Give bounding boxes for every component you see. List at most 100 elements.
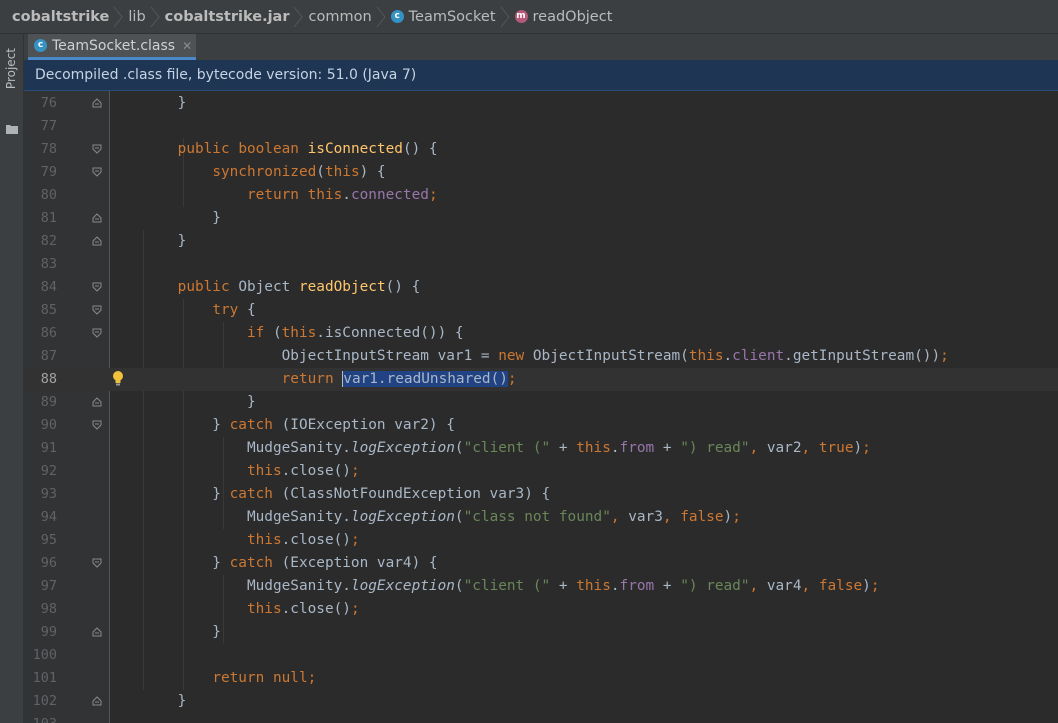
line-number: 102 [32, 693, 57, 709]
code-token: ") read" [680, 578, 750, 594]
line-number: 88 [40, 371, 57, 387]
breadcrumb-separator-icon [148, 5, 162, 29]
code-token: . [342, 187, 351, 203]
code-token: var3 [628, 509, 663, 525]
code-text: ObjectInputStream var1 = new ObjectInput… [143, 345, 949, 368]
code-line[interactable]: 101 return null; [24, 667, 1058, 690]
line-number: 82 [40, 233, 57, 249]
breadcrumb: cobaltstrike lib cobaltstrike.jar common c Te… [0, 0, 1058, 34]
code-line[interactable]: 78 public boolean isConnected() { [24, 138, 1058, 161]
line-number: 99 [40, 624, 57, 640]
code-editor[interactable]: 76 } 77 78 public boolean isConnected() {7… [24, 91, 1058, 723]
code-text: if (this.isConnected()) { [143, 322, 464, 345]
code-line[interactable]: 93 } catch (ClassNotFoundException var3)… [24, 483, 1058, 506]
fold-start-icon[interactable] [92, 167, 102, 177]
code-token: synchronized [212, 164, 317, 180]
fold-start-icon[interactable] [92, 328, 102, 338]
code-line[interactable]: 89 } [24, 391, 1058, 414]
fold-end-icon[interactable] [92, 397, 102, 407]
decompiled-notice-banner: Decompiled .class file, bytecode version… [24, 60, 1058, 91]
code-line[interactable]: 92 this.close(); [24, 460, 1058, 483]
line-number: 86 [40, 325, 57, 341]
breadcrumb-item[interactable]: c TeamSocket [390, 9, 496, 25]
code-line[interactable]: 96 } catch (Exception var4) { [24, 552, 1058, 575]
code-token: logException [350, 440, 455, 456]
code-token: if [246, 325, 273, 341]
code-token: ; [870, 578, 880, 594]
code-line[interactable]: 98 this.close(); [24, 598, 1058, 621]
line-number: 92 [40, 463, 57, 479]
code-line[interactable]: 87 ObjectInputStream var1 = new ObjectIn… [24, 345, 1058, 368]
code-text: } [143, 207, 221, 230]
code-line[interactable]: 77 [24, 115, 1058, 138]
line-number: 76 [40, 95, 57, 111]
code-line[interactable]: 95 this.close(); [24, 529, 1058, 552]
code-line[interactable]: 85 try { [24, 299, 1058, 322]
line-number: 77 [40, 118, 57, 134]
fold-start-icon[interactable] [92, 282, 102, 292]
project-tool-window-button[interactable]: Project [0, 40, 23, 134]
method-icon: m [514, 10, 528, 23]
code-line[interactable]: 79 synchronized(this) { [24, 161, 1058, 184]
code-line[interactable]: 80 return this.connected; [24, 184, 1058, 207]
code-token: .close() [281, 601, 351, 617]
fold-end-icon[interactable] [92, 98, 102, 108]
code-line[interactable]: 100 [24, 644, 1058, 667]
code-line[interactable]: 90 } catch (IOException var2) { [24, 414, 1058, 437]
fold-start-icon[interactable] [92, 558, 102, 568]
code-line[interactable]: 99 } [24, 621, 1058, 644]
code-token: true [818, 440, 854, 456]
code-token: } [143, 394, 256, 410]
code-text: return null; [143, 667, 316, 690]
code-token: catch [229, 417, 282, 433]
breadcrumb-item[interactable]: m readObject [514, 9, 612, 25]
code-token: .close() [281, 463, 351, 479]
code-line[interactable]: 86 if (this.isConnected()) { [24, 322, 1058, 345]
code-line[interactable]: 84 public Object readObject() { [24, 276, 1058, 299]
code-line[interactable]: 102 } [24, 690, 1058, 713]
intention-bulb-icon[interactable] [112, 370, 124, 387]
breadcrumb-item[interactable]: common [308, 9, 371, 25]
code-line[interactable]: 76 } [24, 92, 1058, 115]
fold-start-icon[interactable] [92, 305, 102, 315]
tab-teamsocket-class[interactable]: c TeamSocket.class ✕ [28, 34, 196, 60]
code-line[interactable]: 83 [24, 253, 1058, 276]
class-icon: c [390, 10, 404, 23]
fold-start-icon[interactable] [92, 144, 102, 154]
code-line[interactable]: 97 MudgeSanity.logException("client (" +… [24, 575, 1058, 598]
banner-text: Decompiled .class file, bytecode version… [35, 67, 417, 83]
code-line[interactable]: 103 [24, 713, 1058, 723]
code-token: } [143, 417, 230, 433]
code-token: var2 [766, 440, 802, 456]
code-line[interactable]: 91 MudgeSanity.logException("client (" +… [24, 437, 1058, 460]
code-line[interactable]: 94 MudgeSanity.logException("class not f… [24, 506, 1058, 529]
fold-end-icon[interactable] [92, 696, 102, 706]
code-token: catch [229, 486, 282, 502]
code-token: ( [454, 509, 464, 525]
fold-start-icon[interactable] [92, 420, 102, 430]
line-number: 101 [32, 670, 57, 686]
fold-end-icon[interactable] [92, 236, 102, 246]
close-icon[interactable]: ✕ [182, 39, 192, 53]
breadcrumb-item[interactable]: lib [128, 9, 145, 25]
code-token: ( [454, 578, 464, 594]
code-token: MudgeSanity. [143, 509, 351, 525]
code-token: catch [229, 555, 282, 571]
code-line[interactable]: 88 return var1.readUnshared(); [24, 368, 1058, 391]
code-text: } [143, 230, 187, 253]
code-token: + [558, 440, 577, 456]
code-line[interactable]: 81 } [24, 207, 1058, 230]
line-number: 83 [40, 256, 57, 272]
code-token: } [143, 233, 187, 249]
code-token: false [818, 578, 863, 594]
fold-end-icon[interactable] [92, 627, 102, 637]
breadcrumb-item[interactable]: cobaltstrike [12, 9, 109, 25]
fold-end-icon[interactable] [92, 213, 102, 223]
breadcrumb-item[interactable]: cobaltstrike.jar [165, 9, 290, 25]
code-line[interactable]: 82 } [24, 230, 1058, 253]
